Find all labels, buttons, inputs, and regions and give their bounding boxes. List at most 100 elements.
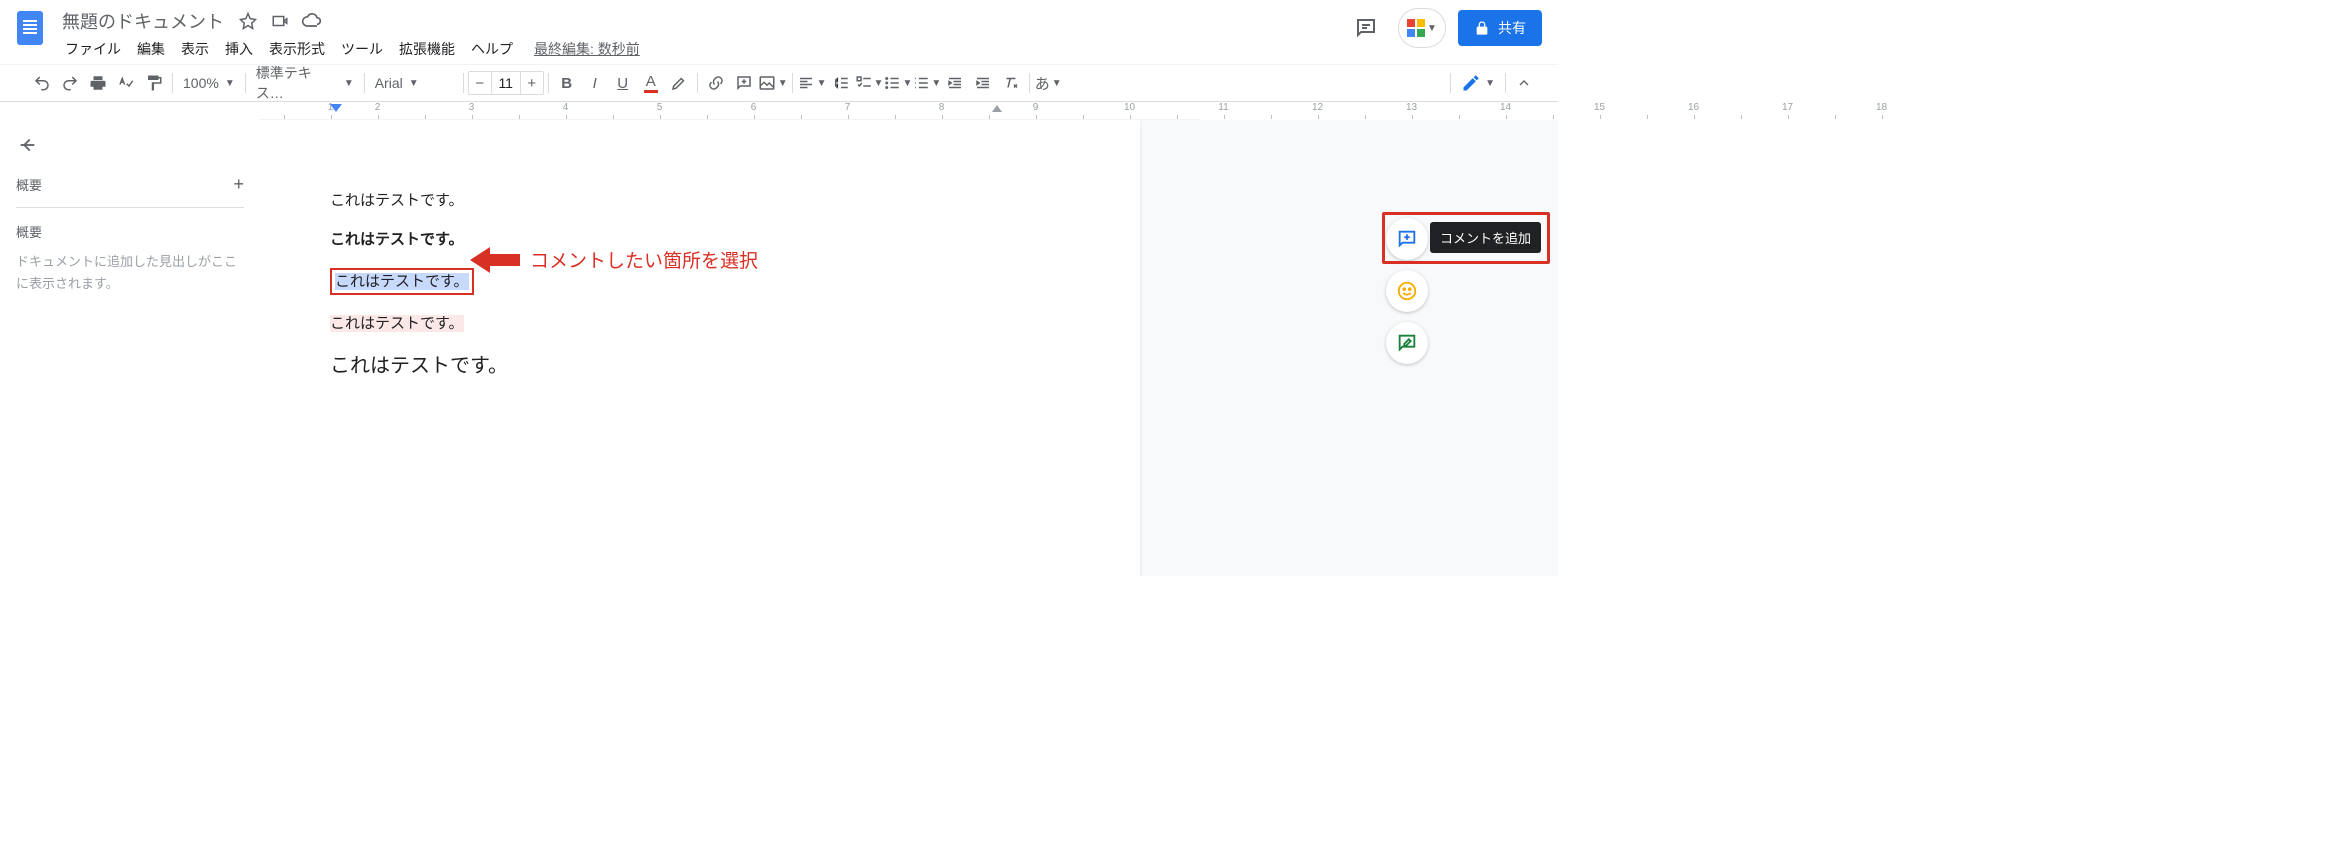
font-size-control: − 11 + xyxy=(468,71,544,95)
tooltip: コメントを追加 xyxy=(1430,222,1541,253)
ruler-tick: 15 xyxy=(1576,102,1623,119)
menu-view[interactable]: 表示 xyxy=(174,35,216,63)
menu-bar: ファイル 編集 表示 挿入 表示形式 ツール 拡張機能 ヘルプ 最終編集: 数秒… xyxy=(58,36,640,62)
ruler-tick: 13 xyxy=(1388,102,1435,119)
menu-help[interactable]: ヘルプ xyxy=(464,35,520,63)
text-line[interactable]: これはテストです。 xyxy=(330,190,1070,211)
editing-mode-select[interactable]: ▼ xyxy=(1455,69,1501,97)
ruler-tick: 14 xyxy=(1482,102,1529,119)
print-button[interactable] xyxy=(84,69,112,97)
ruler-tick xyxy=(589,102,636,119)
checklist-button[interactable]: ▼ xyxy=(855,69,884,97)
text-color-button[interactable]: A xyxy=(637,69,665,97)
paragraph-style-select[interactable]: 標準テキス…▼ xyxy=(250,69,360,97)
ruler-tick xyxy=(401,102,448,119)
cloud-status-icon[interactable] xyxy=(300,9,324,33)
ruler-tick xyxy=(1529,102,1576,119)
last-edit-link[interactable]: 最終編集: 数秒前 xyxy=(534,39,640,59)
outline-sidebar: 概要 + 概要 ドキュメントに追加した見出しがここに表示されます。 xyxy=(0,120,260,576)
back-arrow-icon[interactable] xyxy=(16,134,38,156)
bold-button[interactable]: B xyxy=(553,69,581,97)
bulleted-list-button[interactable]: ▼ xyxy=(883,69,912,97)
undo-button[interactable] xyxy=(28,69,56,97)
header: 無題のドキュメント ファイル 編集 表示 挿入 表示形式 ツール 拡張機能 xyxy=(0,0,1558,64)
ruler-tick xyxy=(1059,102,1106,119)
menu-extensions[interactable]: 拡張機能 xyxy=(392,35,462,63)
ruler-tick xyxy=(683,102,730,119)
font-select[interactable]: Arial▼ xyxy=(369,69,459,97)
ruler-tick xyxy=(260,102,307,119)
menu-insert[interactable]: 挿入 xyxy=(218,35,260,63)
decrease-indent-button[interactable] xyxy=(941,69,969,97)
insert-image-button[interactable]: ▼ xyxy=(758,69,788,97)
annotation-arrow: コメントしたい箇所を選択 xyxy=(470,246,758,273)
add-emoji-button[interactable] xyxy=(1386,270,1428,312)
insert-comment-button[interactable] xyxy=(730,69,758,97)
indent-marker-icon[interactable] xyxy=(330,104,342,112)
ruler-tick xyxy=(1623,102,1670,119)
menu-format[interactable]: 表示形式 xyxy=(262,35,332,63)
canvas: これはテストです。 これはテストです。 これはテストです。 これはテストです。 … xyxy=(260,120,1558,576)
ruler-tick xyxy=(495,102,542,119)
document-title-input[interactable]: 無題のドキュメント xyxy=(58,8,228,34)
redo-button[interactable] xyxy=(56,69,84,97)
collapse-toolbar-button[interactable] xyxy=(1510,69,1538,97)
font-size-input[interactable]: 11 xyxy=(491,72,521,94)
ruler-tick xyxy=(1717,102,1764,119)
add-outline-button[interactable]: + xyxy=(233,174,244,195)
ruler-tick xyxy=(965,102,1012,119)
body: 概要 + 概要 ドキュメントに追加した見出しがここに表示されます。 これはテスト… xyxy=(0,120,1558,576)
share-label: 共有 xyxy=(1498,18,1526,38)
annotation-text: コメントしたい箇所を選択 xyxy=(530,246,758,273)
ruler-tick: 6 xyxy=(730,102,777,119)
share-button[interactable]: 共有 xyxy=(1458,10,1542,46)
google-docs-app: 無題のドキュメント ファイル 編集 表示 挿入 表示形式 ツール 拡張機能 xyxy=(0,0,1558,576)
outline-header-label: 概要 xyxy=(16,175,42,194)
text-line-large[interactable]: これはテストです。 xyxy=(330,352,1070,380)
star-icon[interactable] xyxy=(236,9,260,33)
ruler-tick: 10 xyxy=(1106,102,1153,119)
font-size-decrease[interactable]: − xyxy=(469,75,491,92)
italic-button[interactable]: I xyxy=(581,69,609,97)
meet-button[interactable]: ▼ xyxy=(1398,8,1446,48)
ruler-tick: 16 xyxy=(1670,102,1717,119)
menu-edit[interactable]: 編集 xyxy=(130,35,172,63)
document-page[interactable]: これはテストです。 これはテストです。 これはテストです。 これはテストです。 … xyxy=(260,120,1140,576)
spellcheck-button[interactable] xyxy=(112,69,140,97)
move-icon[interactable] xyxy=(268,9,292,33)
ruler-tick: 5 xyxy=(636,102,683,119)
line-spacing-button[interactable] xyxy=(827,69,855,97)
increase-indent-button[interactable] xyxy=(969,69,997,97)
add-comment-button[interactable] xyxy=(1386,218,1428,260)
divider xyxy=(16,207,244,208)
ruler-tick xyxy=(1153,102,1200,119)
ruler-tick: 7 xyxy=(824,102,871,119)
highlight-button[interactable] xyxy=(665,69,693,97)
ruler-tick xyxy=(1811,102,1858,119)
insert-link-button[interactable] xyxy=(702,69,730,97)
paint-format-button[interactable] xyxy=(140,69,168,97)
text-line-suggested[interactable]: これはテストです。 xyxy=(330,313,1070,334)
right-margin-marker-icon[interactable] xyxy=(992,105,1002,112)
menu-file[interactable]: ファイル xyxy=(58,35,128,63)
ruler-tick: 9 xyxy=(1012,102,1059,119)
clear-formatting-button[interactable] xyxy=(997,69,1025,97)
zoom-select[interactable]: 100%▼ xyxy=(177,69,241,97)
numbered-list-button[interactable]: ▼ xyxy=(912,69,941,97)
comment-history-icon[interactable] xyxy=(1346,8,1386,48)
font-size-increase[interactable]: + xyxy=(521,75,543,92)
input-tools-button[interactable]: あ▼ xyxy=(1034,69,1062,97)
ruler[interactable]: 123456789101112131415161718 xyxy=(260,102,1200,120)
underline-button[interactable]: U xyxy=(609,69,637,97)
ruler-tick: 17 xyxy=(1764,102,1811,119)
arrow-icon xyxy=(470,247,520,273)
ruler-tick: 8 xyxy=(918,102,965,119)
menu-tools[interactable]: ツール xyxy=(334,35,390,63)
suggest-edit-button[interactable] xyxy=(1386,322,1428,364)
ruler-tick: 4 xyxy=(542,102,589,119)
ruler-tick: 18 xyxy=(1858,102,1905,119)
floating-tools: コメントを追加 xyxy=(1386,218,1546,374)
ruler-tick xyxy=(777,102,824,119)
docs-logo[interactable] xyxy=(10,8,50,48)
align-button[interactable]: ▼ xyxy=(797,69,827,97)
